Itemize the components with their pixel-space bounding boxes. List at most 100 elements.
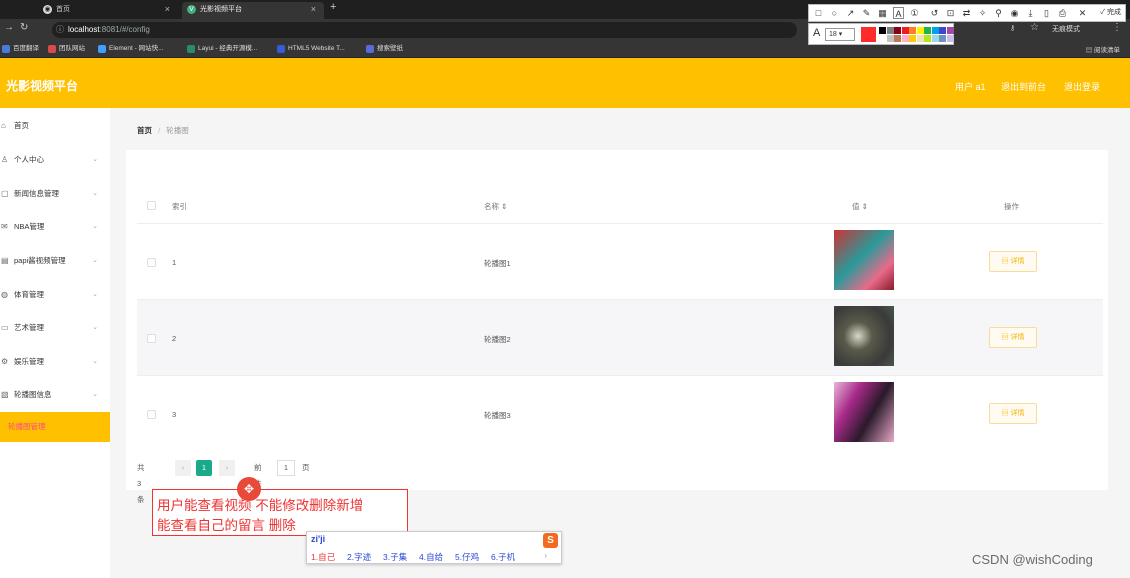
menu-icon[interactable]: ⋮: [1112, 22, 1122, 33]
next-page-button[interactable]: ›: [219, 460, 235, 476]
color-swatch[interactable]: [879, 27, 886, 34]
bookmark-item[interactable]: Layui - 经典开源模...: [187, 44, 257, 54]
text-icon[interactable]: A: [893, 7, 904, 19]
ellipse-icon[interactable]: ○: [829, 7, 840, 19]
sidebar-item-carousel-manage[interactable]: 轮播图管理: [0, 412, 110, 442]
ime-candidate[interactable]: 3.子集: [383, 551, 407, 563]
forward-icon[interactable]: →: [4, 22, 14, 33]
annotation-text-box[interactable]: 用户能查看视频 不能修改删除新增 能查看自己的留言 删除: [152, 489, 408, 536]
close-icon[interactable]: ×: [311, 2, 316, 17]
column-header-name[interactable]: 名称 ⇕: [484, 201, 507, 212]
color-swatch[interactable]: [931, 35, 939, 42]
current-color-swatch[interactable]: [861, 27, 876, 42]
bookmark-item[interactable]: Element - 网站快...: [98, 44, 164, 54]
sidebar-item-nba[interactable]: ✉ NBA管理 ⌄: [0, 212, 110, 242]
carousel-thumbnail[interactable]: [834, 230, 894, 290]
ime-candidate[interactable]: 1.自己: [311, 551, 335, 563]
reading-list[interactable]: ▤ 阅读清单: [1086, 44, 1120, 54]
current-page-button[interactable]: 1: [196, 460, 212, 476]
bookmark-item[interactable]: HTML5 Website T...: [277, 44, 345, 54]
undo-icon[interactable]: ↺: [929, 7, 940, 19]
browser-tab-active[interactable]: V 光影视频平台 ×: [182, 2, 324, 19]
sidebar-item-profile[interactable]: ♙ 个人中心 ⌄: [0, 145, 110, 175]
bookmark-icon: [2, 45, 10, 53]
bookmark-icon[interactable]: ⎙: [1057, 7, 1068, 19]
pen-icon[interactable]: ✎: [861, 7, 872, 19]
new-tab-icon[interactable]: +: [330, 1, 336, 13]
color-swatch[interactable]: [909, 35, 916, 42]
ime-next-page-icon[interactable]: ›: [544, 551, 547, 560]
star-icon[interactable]: ☆: [1030, 22, 1039, 33]
mosaic-icon[interactable]: ▦: [877, 7, 888, 19]
column-header-value[interactable]: 值 ⇕: [852, 201, 868, 212]
url-field[interactable]: ⓘ localhost:8081/#/config: [52, 22, 797, 38]
color-swatch[interactable]: [894, 35, 901, 42]
arrow-icon[interactable]: ↗: [845, 7, 856, 19]
row-index: 2: [172, 334, 177, 343]
select-all-checkbox[interactable]: [147, 201, 156, 210]
sidebar-item-carousel-info[interactable]: ▧ 轮播图信息 ⌄: [0, 380, 110, 410]
color-swatch[interactable]: [939, 35, 946, 42]
carousel-thumbnail[interactable]: [834, 382, 894, 442]
color-swatch[interactable]: [916, 35, 924, 42]
phone-icon[interactable]: ▯: [1041, 7, 1052, 19]
ime-candidate[interactable]: 5.仔鸡: [455, 551, 479, 563]
bookmark-item[interactable]: 搜索壁纸: [366, 44, 403, 54]
color-swatch[interactable]: [924, 27, 931, 34]
color-swatch[interactable]: [946, 35, 954, 42]
ime-candidate[interactable]: 2.字迹: [347, 551, 371, 563]
color-swatch[interactable]: [879, 35, 886, 42]
rectangle-icon[interactable]: □: [813, 7, 824, 19]
color-swatch[interactable]: [886, 35, 894, 42]
color-swatch[interactable]: [909, 27, 916, 34]
color-swatch[interactable]: [894, 27, 901, 34]
row-checkbox[interactable]: [147, 334, 156, 343]
breadcrumb-home[interactable]: 首页: [137, 126, 152, 135]
number-icon[interactable]: ①: [909, 7, 920, 19]
color-swatch[interactable]: [931, 27, 939, 34]
bookmark-item[interactable]: 百度翻译: [2, 44, 39, 54]
prev-page-button[interactable]: ‹: [175, 460, 191, 476]
ocr-icon[interactable]: ⊡: [945, 7, 956, 19]
color-swatch[interactable]: [939, 27, 946, 34]
sidebar-item-entertainment[interactable]: ⚙ 娱乐管理 ⌄: [0, 347, 110, 377]
pin-icon[interactable]: ⚲: [993, 7, 1004, 19]
row-checkbox[interactable]: [147, 258, 156, 267]
sidebar-item-news[interactable]: ▢ 新闻信息管理 ⌄: [0, 179, 110, 209]
color-swatch[interactable]: [924, 35, 931, 42]
font-size-icon: A: [813, 27, 821, 39]
bookmark-item[interactable]: 团队网站: [48, 44, 85, 54]
sidebar-item-papi[interactable]: ▤ papi酱视频管理 ⌄: [0, 246, 110, 276]
sidebar-item-art[interactable]: ▭ 艺术管理 ⌄: [0, 313, 110, 343]
row-checkbox[interactable]: [147, 410, 156, 419]
detail-button[interactable]: ▤ 详情: [989, 403, 1037, 424]
font-size-select[interactable]: 18 ▾: [825, 28, 855, 41]
done-button[interactable]: ✓ 完成: [1100, 7, 1121, 17]
sidebar-item-sports[interactable]: ◍ 体育管理 ⌄: [0, 280, 110, 310]
close-icon[interactable]: ×: [165, 2, 170, 17]
sidebar-item-home[interactable]: ⌂ 首页: [0, 111, 110, 141]
go-frontend-link[interactable]: 退出到前台: [1001, 80, 1046, 93]
color-swatch[interactable]: [916, 27, 924, 34]
magic-icon[interactable]: ✧: [977, 7, 988, 19]
cancel-icon[interactable]: ✕: [1077, 7, 1088, 19]
color-swatch[interactable]: [886, 27, 894, 34]
key-icon[interactable]: ⚷: [1010, 24, 1015, 32]
color-swatch[interactable]: [901, 35, 909, 42]
ime-candidate[interactable]: 6.子机: [491, 551, 515, 563]
record-icon[interactable]: ◉: [1009, 7, 1020, 19]
goto-page-input[interactable]: 1: [277, 460, 295, 476]
chevron-down-icon: ⌄: [92, 358, 98, 365]
color-swatch[interactable]: [946, 27, 954, 34]
detail-button[interactable]: ▤ 详情: [989, 251, 1037, 272]
translate-icon[interactable]: ⇄: [961, 7, 972, 19]
carousel-thumbnail[interactable]: [834, 306, 894, 366]
detail-button[interactable]: ▤ 详情: [989, 327, 1037, 348]
ime-candidate[interactable]: 4.自给: [419, 551, 443, 563]
browser-tab-home[interactable]: ◉ 首页 ×: [38, 2, 178, 19]
download-icon[interactable]: ⤓: [1025, 7, 1036, 19]
reload-icon[interactable]: ↻: [20, 22, 28, 33]
color-swatch[interactable]: [901, 27, 909, 34]
incognito-label[interactable]: 无痕模式: [1052, 24, 1080, 34]
logout-link[interactable]: 退出登录: [1064, 80, 1100, 93]
